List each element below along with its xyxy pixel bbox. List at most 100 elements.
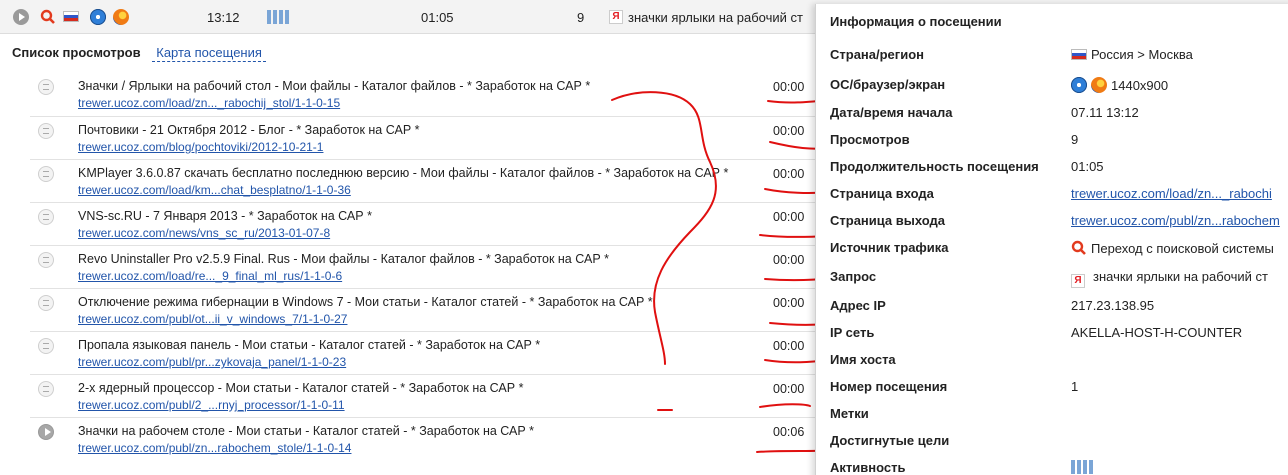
row-time: 00:00 — [773, 124, 805, 138]
row-url-link[interactable]: trewer.ucoz.com/load/zn..._rabochij_stol… — [78, 96, 340, 110]
field-value: AKELLA-HOST-H-COUNTER — [1071, 325, 1242, 340]
field-value[interactable]: trewer.ucoz.com/publ/zn...rabochem — [1071, 213, 1280, 228]
field-value: 9 — [1071, 132, 1078, 147]
view-row[interactable]: Пропала языковая панель - Мои статьи - К… — [30, 331, 820, 374]
doc-icon — [38, 209, 54, 225]
field-value: Язначки ярлыки на рабочий ст — [1071, 269, 1268, 288]
view-row[interactable]: Значки на рабочем столе - Мои статьи - К… — [30, 417, 820, 460]
row-url-link[interactable]: trewer.ucoz.com/publ/2_...rnyj_processor… — [78, 398, 345, 412]
field-label: Запрос — [830, 269, 877, 284]
list-title: Список просмотров — [12, 45, 141, 60]
play-icon[interactable] — [13, 9, 29, 25]
field-value[interactable]: trewer.ucoz.com/load/zn..._rabochi — [1071, 186, 1272, 201]
play-icon — [38, 424, 54, 440]
row-time: 00:00 — [773, 80, 805, 94]
search-icon — [1071, 240, 1087, 256]
list-header: Список просмотров Карта посещения — [12, 44, 266, 62]
row-time: 00:00 — [773, 382, 805, 396]
field-label: IP сеть — [830, 325, 875, 340]
view-row[interactable]: VNS-sc.RU - 7 Января 2013 - * Заработок … — [30, 202, 820, 245]
row-url-link[interactable]: trewer.ucoz.com/load/km...chat_besplatno… — [78, 183, 351, 197]
field-value: Россия > Москва — [1071, 47, 1193, 62]
visit-info-panel: Информация о посещении Страна/регион Росс… — [815, 4, 1288, 475]
field-value-text: 217.23.138.95 — [1071, 298, 1155, 313]
row-url-link[interactable]: trewer.ucoz.com/blog/pochtoviki/2012-10-… — [78, 140, 323, 154]
start-time: 13:12 — [207, 10, 240, 25]
yandex-icon: Я — [1071, 274, 1085, 288]
row-time: 00:00 — [773, 296, 805, 310]
row-time: 00:00 — [773, 253, 805, 267]
field-value-text: 1440x900 — [1111, 78, 1169, 93]
row-title: 2-х ядерный процессор - Мои статьи - Кат… — [78, 381, 524, 395]
activity-bars-icon — [267, 10, 291, 27]
doc-icon — [38, 252, 54, 268]
row-time: 00:06 — [773, 425, 805, 439]
view-row[interactable]: Revo Uninstaller Pro v2.5.9 Final. Rus -… — [30, 245, 820, 288]
field-label: Просмотров — [830, 132, 910, 147]
row-title: Почтовики - 21 Октября 2012 - Блог - * З… — [78, 123, 420, 137]
field-value-text: trewer.ucoz.com/load/zn..._rabochi — [1071, 186, 1272, 201]
activity-bars-icon — [1071, 460, 1095, 475]
field-value-text: 9 — [1071, 132, 1079, 147]
field-value-text: значки ярлыки на рабочий ст — [1093, 269, 1268, 284]
view-row[interactable]: 2-х ядерный процессор - Мои статьи - Кат… — [30, 374, 820, 417]
field-label: Страница входа — [830, 186, 934, 201]
doc-icon — [38, 166, 54, 182]
flag-ru-icon — [63, 11, 79, 22]
row-url-link[interactable]: trewer.ucoz.com/load/re..._9_final_ml_ru… — [78, 269, 342, 283]
firefox-icon — [113, 9, 129, 25]
row-title: Значки / Ярлыки на рабочий стол - Мои фа… — [78, 79, 591, 93]
row-time: 00:00 — [773, 339, 805, 353]
field-label: Источник трафика — [830, 240, 949, 255]
field-value: 1 — [1071, 379, 1078, 394]
row-title: VNS-sc.RU - 7 Января 2013 - * Заработок … — [78, 209, 372, 223]
row-url-link[interactable]: trewer.ucoz.com/news/vns_sc_ru/2013-01-0… — [78, 226, 330, 240]
windows-icon — [1071, 77, 1087, 93]
row-title: Пропала языковая панель - Мои статьи - К… — [78, 338, 541, 352]
row-url-link[interactable]: trewer.ucoz.com/publ/pr...zykovaja_panel… — [78, 355, 346, 369]
panel-title: Информация о посещении — [830, 14, 1002, 29]
field-value-text: 01:05 — [1071, 159, 1104, 174]
view-row[interactable]: KMPlayer 3.6.0.87 скачать бесплатно посл… — [30, 159, 820, 202]
view-row[interactable]: Почтовики - 21 Октября 2012 - Блог - * З… — [30, 116, 820, 159]
field-label: Адрес IP — [830, 298, 886, 313]
field-value: 01:05 — [1071, 159, 1104, 174]
views-list: Значки / Ярлыки на рабочий стол - Мои фа… — [30, 73, 820, 460]
field-value: Переход с поисковой системы — [1071, 240, 1274, 256]
field-label: Продолжительность посещения — [830, 159, 1039, 174]
visit-duration: 01:05 — [421, 10, 454, 25]
field-value-text: Переход с поисковой системы — [1091, 241, 1274, 256]
view-row[interactable]: Значки / Ярлыки на рабочий стол - Мои фа… — [30, 73, 820, 116]
field-value: 217.23.138.95 — [1071, 298, 1154, 313]
view-row[interactable]: Отключение режима гибернации в Windows 7… — [30, 288, 820, 331]
field-label: Номер посещения — [830, 379, 948, 394]
field-value-text: AKELLA-HOST-H-COUNTER — [1071, 325, 1243, 340]
field-value — [1071, 460, 1095, 475]
field-value-text: Россия > Москва — [1091, 47, 1193, 62]
field-label: Страница выхода — [830, 213, 946, 228]
field-label: Достигнутые цели — [830, 433, 950, 448]
field-value-text: trewer.ucoz.com/publ/zn...rabochem — [1071, 213, 1280, 228]
flag-ru-icon — [1071, 49, 1087, 60]
row-url-link[interactable]: trewer.ucoz.com/publ/ot...ii_v_windows_7… — [78, 312, 347, 326]
doc-icon — [38, 123, 54, 139]
search-query: значки ярлыки на рабочий ст — [628, 10, 803, 25]
row-title: Отключение режима гибернации в Windows 7… — [78, 295, 653, 309]
row-title: Revo Uninstaller Pro v2.5.9 Final. Rus -… — [78, 252, 609, 266]
row-url-link[interactable]: trewer.ucoz.com/publ/zn...rabochem_stole… — [78, 441, 351, 455]
yandex-icon: Я — [609, 10, 623, 24]
row-title: Значки на рабочем столе - Мои статьи - К… — [78, 424, 535, 438]
firefox-icon — [1091, 77, 1107, 93]
row-time: 00:00 — [773, 210, 805, 224]
visit-map-link[interactable]: Карта посещения — [152, 44, 266, 62]
field-label: Активность — [830, 460, 906, 475]
row-title: KMPlayer 3.6.0.87 скачать бесплатно посл… — [78, 166, 729, 180]
doc-icon — [38, 79, 54, 95]
field-value-text: 1 — [1071, 379, 1079, 394]
doc-icon — [38, 338, 54, 354]
field-label: Дата/время начала — [830, 105, 953, 120]
field-label: Метки — [830, 406, 869, 421]
field-value-text: 07.11 13:12 — [1071, 105, 1139, 120]
field-label: Имя хоста — [830, 352, 896, 367]
doc-icon — [38, 381, 54, 397]
